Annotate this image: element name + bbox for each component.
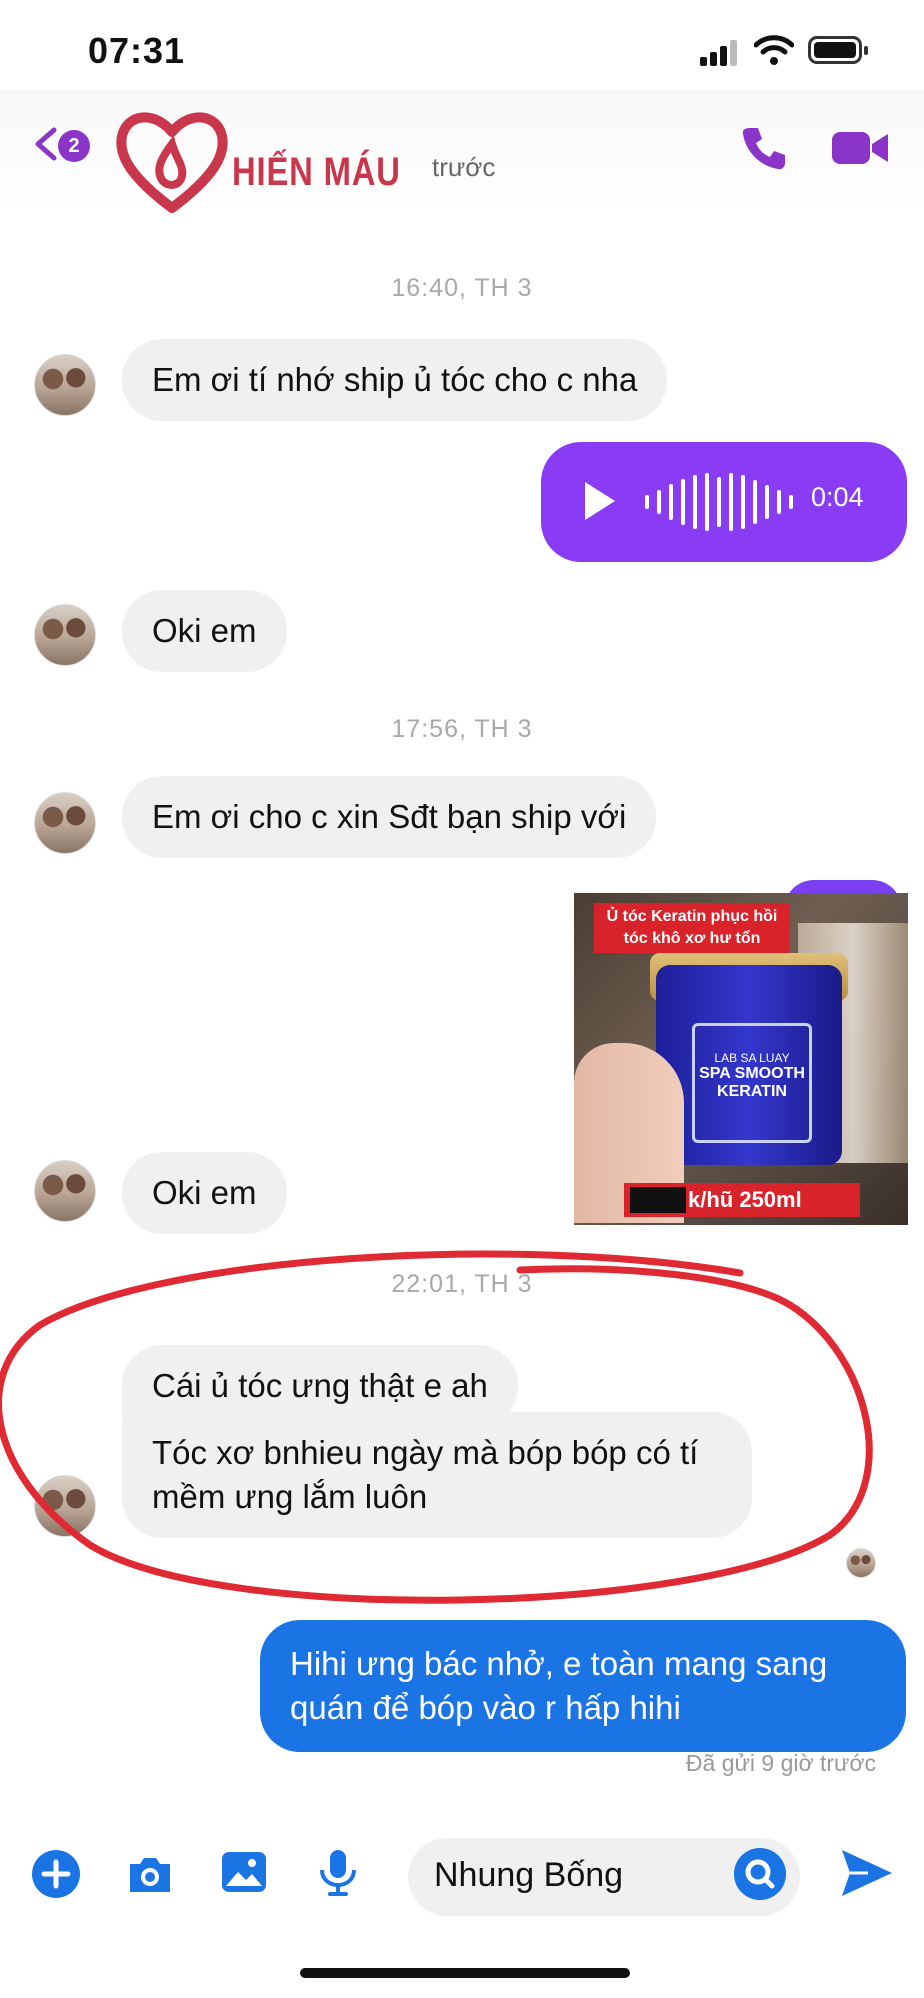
incoming-message[interactable]: Oki em [122,1152,287,1234]
image-icon[interactable] [218,1846,270,1898]
waveform-bar [729,473,733,531]
video-call-icon[interactable] [830,124,890,172]
outgoing-message[interactable]: Hihi ưng bác nhở, e toàn mang sang quán … [260,1620,906,1752]
incoming-message[interactable]: Oki em [122,590,287,672]
message-input-value[interactable]: Nhung Bống [434,1856,623,1895]
blood-donation-heart-logo [116,112,228,213]
waveform-bar [693,475,697,529]
play-icon[interactable] [585,482,615,520]
waveform-bar [669,484,673,520]
add-icon[interactable] [30,1848,82,1900]
voice-message[interactable]: 0:04 [541,442,907,562]
logo-text: HIẾN MÁU [232,150,401,194]
signal-icon [700,40,740,66]
product-name: SPA SMOOTH KERATIN [699,1065,805,1100]
waveform-bar [777,490,781,514]
timestamp: 17:56, TH 3 [391,715,533,743]
waveform-bar [681,479,685,525]
waveform-bar [657,490,661,514]
voice-duration: 0:04 [811,482,864,512]
contact-avatar[interactable] [34,354,96,416]
send-icon[interactable] [838,1844,896,1902]
product-price: k/hũ 250ml [624,1183,860,1217]
unread-count-badge[interactable]: 2 [58,130,90,162]
photo-caption: Ủ tóc Keratin phục hồi tóc khô xơ hư tổn [594,903,790,953]
waveform-bar [645,495,649,509]
red-circle-annotation [0,1250,873,1604]
emoji-icon[interactable] [734,1848,786,1900]
seen-avatar [846,1548,876,1578]
camera-icon[interactable] [124,1848,176,1900]
wifi-icon [754,35,794,65]
home-indicator [300,1968,630,1978]
product-photo[interactable]: Ủ tóc Keratin phục hồi tóc khô xơ hư tổn… [574,893,908,1225]
header-subtitle: trước [432,152,496,182]
incoming-message[interactable]: Em ơi cho c xin Sđt bạn ship với [122,776,657,858]
microphone-icon[interactable] [312,1846,364,1898]
product-brand: LAB SA LUAY [714,1051,790,1065]
waveform-bar [741,475,745,529]
battery-icon [808,36,868,64]
waveform-bar [717,477,721,527]
contact-avatar[interactable] [34,792,96,854]
waveform-bar [705,473,709,531]
waveform-bar [789,495,793,509]
contact-avatar[interactable] [34,1160,96,1222]
waveform-bar [753,480,757,524]
waveform-bar [765,485,769,519]
product-label: LAB SA LUAY SPA SMOOTH KERATIN [684,1051,820,1101]
phone-call-icon[interactable] [740,124,788,172]
contact-avatar[interactable] [34,604,96,666]
incoming-message[interactable]: Em ơi tí nhớ ship ủ tóc cho c nha [122,339,668,421]
sent-status: Đã gửi 9 giờ trước [685,1750,876,1776]
status-time: 07:31 [88,30,186,71]
timestamp: 16:40, TH 3 [391,274,533,302]
audio-waveform [645,470,825,534]
